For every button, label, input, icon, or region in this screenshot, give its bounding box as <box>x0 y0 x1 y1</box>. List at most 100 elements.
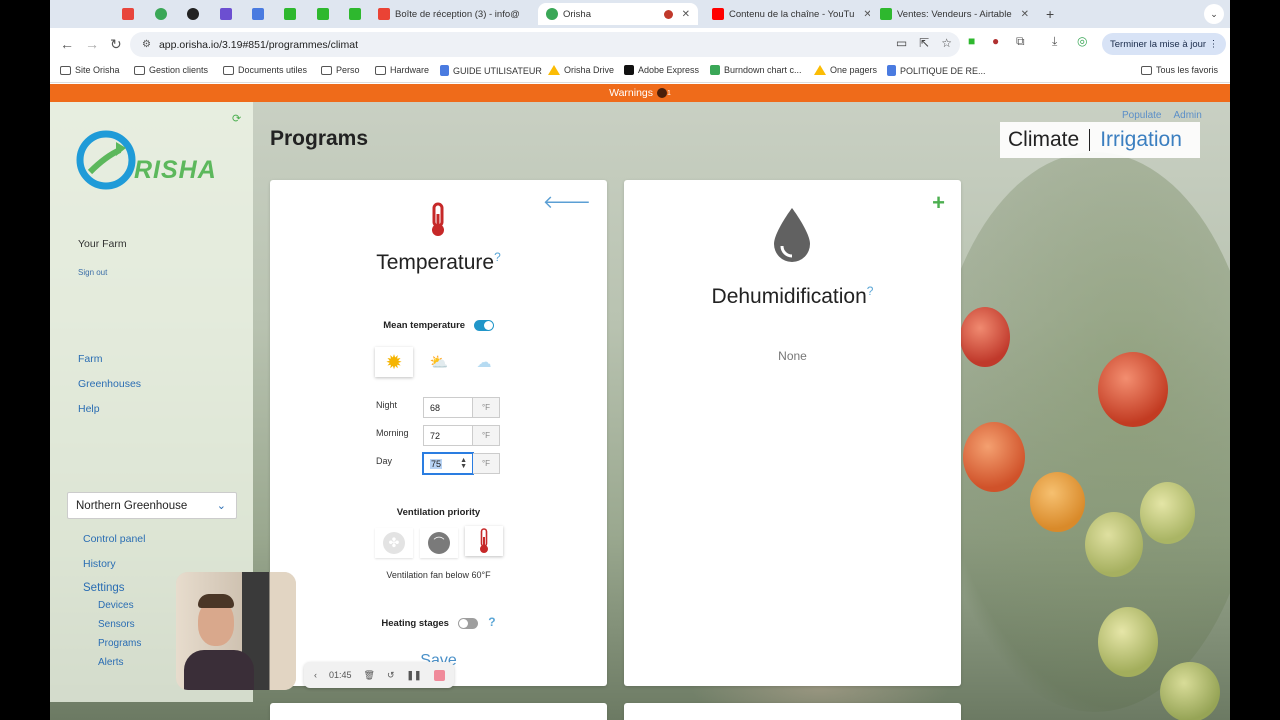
vent-fan-button[interactable]: ✤ <box>375 528 413 558</box>
all-bookmarks[interactable]: Tous les favoris <box>1141 65 1218 75</box>
tab-gmail[interactable]: Boîte de réception (3) - info@ ✕ <box>378 3 528 25</box>
sign-out-link[interactable]: Sign out <box>78 268 107 277</box>
open-external-icon[interactable]: ⇱ <box>919 36 929 50</box>
tab-bar: Boîte de réception (3) - info@ ✕ Orisha … <box>50 0 1230 28</box>
back-icon[interactable]: ← <box>60 36 74 52</box>
nav-sensors[interactable]: Sensors <box>98 619 135 630</box>
site-settings-icon[interactable]: ⚙ <box>142 39 151 50</box>
tab-pinned-4[interactable] <box>220 3 232 25</box>
day-input[interactable]: 75 ▲ ▼ <box>423 453 473 474</box>
nav-greenhouses[interactable]: Greenhouses <box>78 378 141 390</box>
bookmark-label: Hardware <box>390 65 430 75</box>
back-arrow-icon[interactable]: 🡐 <box>543 192 591 213</box>
bookmark-perso[interactable]: Perso <box>321 65 360 75</box>
bookmark-burndown[interactable]: Burndown chart c... <box>710 65 802 75</box>
toggle-knob <box>458 618 468 628</box>
forward-icon[interactable]: → <box>85 36 99 52</box>
chevron-left-icon[interactable]: ‹ <box>314 670 317 680</box>
close-icon[interactable]: ✕ <box>863 9 870 20</box>
mean-temperature-toggle[interactable] <box>473 320 494 331</box>
bookmark-label: One pagers <box>830 65 878 75</box>
nav-programs[interactable]: Programs <box>98 638 141 649</box>
nav-settings[interactable]: Settings <box>83 582 125 594</box>
populate-link[interactable]: Populate <box>1122 110 1161 121</box>
restart-icon[interactable]: ↺ <box>387 670 395 681</box>
download-icon[interactable]: ⤓ <box>1052 34 1057 49</box>
nav-alerts[interactable]: Alerts <box>98 657 124 668</box>
greenhouse-select-value: Northern Greenhouse <box>76 499 188 512</box>
tab-pinned-1[interactable] <box>122 3 134 25</box>
nav-history[interactable]: History <box>83 558 116 570</box>
stop-icon[interactable] <box>433 669 445 681</box>
app-icon <box>349 8 361 20</box>
tab-pinned-6[interactable] <box>284 3 296 25</box>
record-extension-icon[interactable]: ● <box>992 34 999 48</box>
camera-icon[interactable]: ▭ <box>896 36 907 50</box>
bookmark-politique[interactable]: POLITIQUE DE RE... <box>887 65 986 76</box>
tab-pinned-5[interactable] <box>252 3 264 25</box>
tab-climate[interactable]: Climate <box>1008 128 1079 152</box>
bookmark-site-orisha[interactable]: Site Orisha <box>60 65 120 75</box>
dehumidification-value: None <box>778 349 807 363</box>
extension-icon[interactable]: ■ <box>968 34 975 48</box>
vent-roof-button[interactable]: ⌒ <box>420 528 458 558</box>
bookmark-label: Burndown chart c... <box>724 65 802 75</box>
warnings-bar[interactable]: Warnings 1 <box>50 84 1230 102</box>
new-tab-icon[interactable]: + <box>1046 6 1054 22</box>
help-icon[interactable]: ? <box>867 284 874 298</box>
close-icon[interactable]: ✕ <box>1021 9 1029 20</box>
nav-farm[interactable]: Farm <box>78 353 103 365</box>
help-icon[interactable]: ? <box>488 615 495 629</box>
bookmark-gestion-clients[interactable]: Gestion clients <box>134 65 208 75</box>
nav-help[interactable]: Help <box>78 403 100 415</box>
refresh-icon[interactable]: ⟳ <box>232 112 241 125</box>
greenhouse-select[interactable]: Northern Greenhouse ⌄ <box>67 492 237 519</box>
bookmark-star-icon[interactable]: ☆ <box>941 36 952 50</box>
tab-pinned-8[interactable] <box>349 3 361 25</box>
trash-icon[interactable]: 🗑 <box>364 670 375 681</box>
profile-icon[interactable]: ◎ <box>1077 34 1087 48</box>
tab-pinned-7[interactable] <box>317 3 329 25</box>
app-icon <box>284 8 296 20</box>
bookmark-label: Tous les favoris <box>1156 65 1219 75</box>
reload-icon[interactable]: ↻ <box>110 36 122 53</box>
folder-icon <box>134 65 145 75</box>
bookmark-hardware[interactable]: Hardware <box>375 65 429 75</box>
tab-youtube[interactable]: Contenu de la chaîne - YouTu ✕ <box>712 3 870 25</box>
night-input[interactable]: 68 <box>423 397 473 418</box>
nav-devices[interactable]: Devices <box>98 600 134 611</box>
day-unit: °F <box>473 453 500 474</box>
tab-pinned-3[interactable] <box>187 3 199 25</box>
weather-cloudy-button[interactable]: ☁ <box>465 347 503 377</box>
bookmark-one-pagers[interactable]: One pagers <box>814 65 877 75</box>
tab-irrigation[interactable]: Irrigation <box>1100 128 1182 152</box>
tab-airtable[interactable]: Ventes: Vendeurs - Airtable ✕ <box>880 3 1034 25</box>
bookmark-guide[interactable]: GUIDE UTILISATEUR <box>440 65 542 76</box>
bookmark-documents-utiles[interactable]: Documents utiles <box>223 65 307 75</box>
weather-cloudy-sun-button[interactable]: ⛅ <box>420 347 458 377</box>
close-icon[interactable]: ✕ <box>682 9 690 20</box>
next-card <box>270 703 607 720</box>
bookmark-adobe-express[interactable]: Adobe Express <box>624 65 699 75</box>
tab-orisha[interactable]: Orisha ✕ <box>538 3 698 25</box>
extensions-icon[interactable]: ⧉ <box>1016 34 1025 49</box>
heating-stages-toggle[interactable] <box>457 617 478 629</box>
nav-control-panel[interactable]: Control panel <box>83 533 145 545</box>
admin-link[interactable]: Admin <box>1173 110 1201 121</box>
vent-heat-button[interactable] <box>465 526 503 556</box>
morning-input[interactable]: 72 <box>423 425 473 446</box>
weather-sunny-button[interactable]: ✹ <box>375 347 413 377</box>
tab-search-icon[interactable]: ⌄ <box>1204 4 1224 24</box>
add-icon[interactable]: + <box>932 190 945 216</box>
bookmark-orisha-drive[interactable]: Orisha Drive <box>548 65 614 75</box>
help-icon[interactable]: ? <box>494 250 501 264</box>
pause-icon[interactable]: ❚❚ <box>407 670 422 681</box>
address-bar[interactable]: ⚙ app.orisha.io/3.19#851/programmes/clim… <box>130 32 960 57</box>
tab-pinned-2[interactable] <box>155 3 167 25</box>
recording-time: 01:45 <box>329 670 352 680</box>
bookmark-label: POLITIQUE DE RE... <box>900 65 986 76</box>
url-text[interactable]: app.orisha.io/3.19#851/programmes/climat <box>159 39 358 51</box>
update-button[interactable]: Terminer la mise à jour ⋮ <box>1102 33 1227 55</box>
orisha-logo[interactable]: RISHA <box>76 128 236 192</box>
stepper-icon[interactable]: ▲ ▼ <box>460 457 467 470</box>
